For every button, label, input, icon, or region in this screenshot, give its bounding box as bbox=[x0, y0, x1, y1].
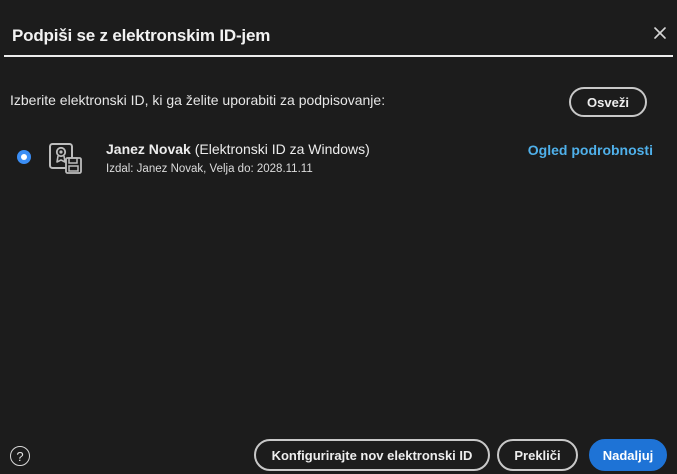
dialog-titlebar: Podpiši se z elektronskim ID-jem bbox=[0, 0, 677, 54]
sign-with-digital-id-dialog: Podpiši se z elektronskim ID-jem Izberit… bbox=[0, 0, 677, 474]
configure-new-digital-id-button[interactable]: Konfigurirajte nov elektronski ID bbox=[254, 439, 490, 471]
digital-id-details: Izdal: Janez Novak, Velja do: 2028.11.11 bbox=[106, 163, 313, 175]
digital-id-name: Janez Novak bbox=[106, 141, 191, 157]
title-divider bbox=[4, 55, 673, 57]
help-icon[interactable]: ? bbox=[10, 446, 30, 466]
view-details-link[interactable]: Ogled podrobnosti bbox=[528, 142, 653, 158]
close-icon[interactable] bbox=[651, 24, 669, 42]
dialog-title: Podpiši se z elektronskim ID-jem bbox=[12, 26, 271, 45]
digital-id-list-item[interactable]: Janez Novak (Elektronski ID za Windows) … bbox=[0, 136, 677, 186]
digital-id-title: Janez Novak (Elektronski ID za Windows) bbox=[106, 141, 370, 157]
instruction-text: Izberite elektronski ID, ki ga želite up… bbox=[10, 92, 386, 108]
continue-button[interactable]: Nadaljuj bbox=[589, 439, 667, 471]
certificate-card-icon bbox=[49, 143, 82, 174]
cancel-button[interactable]: Prekliči bbox=[497, 439, 578, 471]
digital-id-type: (Elektronski ID za Windows) bbox=[194, 141, 370, 157]
refresh-button[interactable]: Osveži bbox=[569, 87, 647, 117]
digital-id-radio[interactable] bbox=[17, 150, 31, 164]
